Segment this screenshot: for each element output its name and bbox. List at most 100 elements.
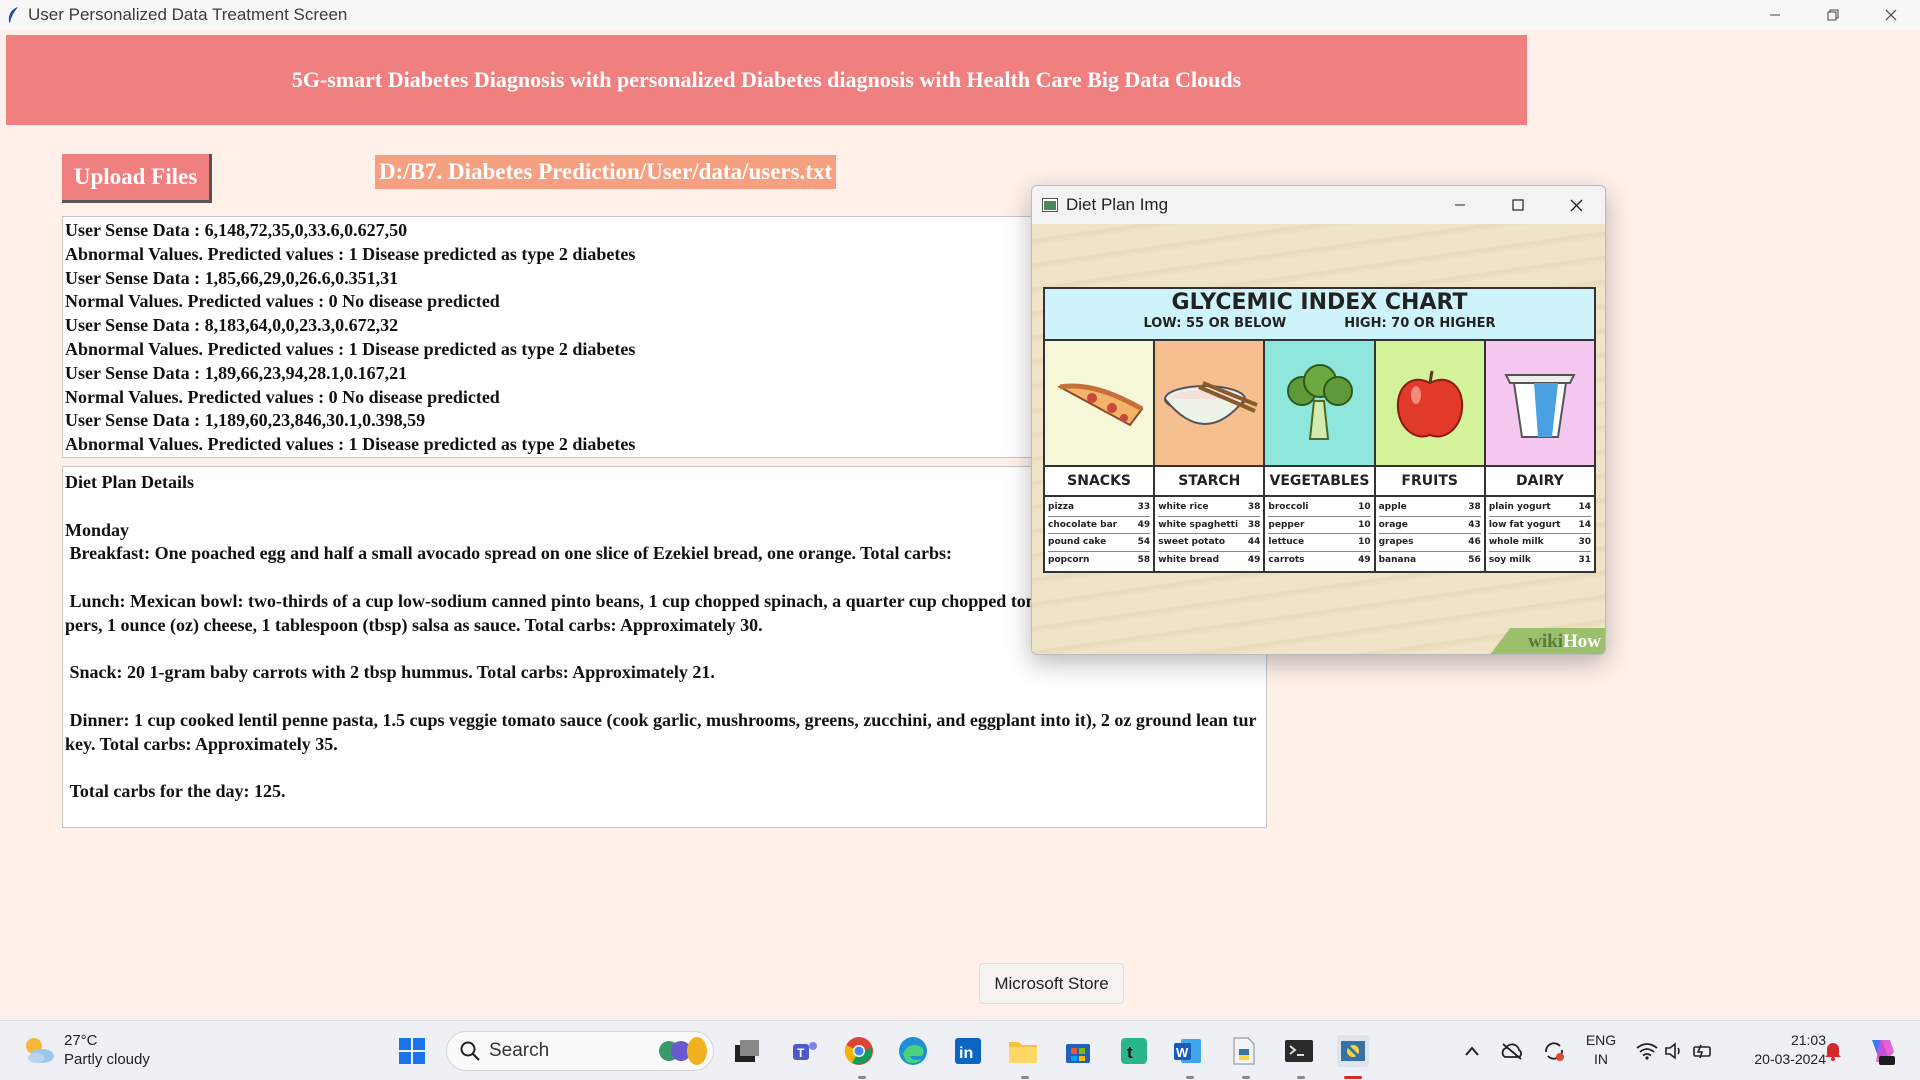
gi-value: 14 <box>1578 502 1592 512</box>
food-name: banana <box>1378 554 1417 565</box>
task-view-button[interactable] <box>731 1035 763 1067</box>
microsoft-store-app[interactable] <box>1062 1035 1094 1067</box>
teams-app[interactable]: T <box>789 1035 821 1067</box>
linkedin-icon: in <box>955 1038 981 1064</box>
gi-value: 14 <box>1578 519 1592 530</box>
minimize-icon <box>1770 14 1780 16</box>
file-explorer-app[interactable] <box>1007 1035 1039 1067</box>
svg-text:t: t <box>1127 1043 1133 1062</box>
food-name: pizza <box>1048 502 1075 512</box>
weather-widget[interactable]: 27°C Partly cloudy <box>22 1031 150 1069</box>
weather-condition: Partly cloudy <box>64 1051 150 1068</box>
chrome-app[interactable] <box>843 1035 875 1067</box>
food-name: popcorn <box>1048 554 1090 565</box>
copilot-button[interactable] <box>1864 1035 1898 1067</box>
search-label: Search <box>489 1040 550 1061</box>
terminal-app[interactable] <box>1283 1035 1315 1067</box>
yogurt-cup-icon <box>1485 341 1595 467</box>
t-app-icon: t <box>1121 1038 1147 1064</box>
teams-icon: T <box>793 1042 817 1060</box>
language-indicator[interactable]: ENG IN <box>1584 1031 1618 1069</box>
wifi-icon <box>1636 1043 1658 1060</box>
folder-icon <box>1009 1042 1037 1063</box>
teams-classic-app[interactable]: t <box>1118 1035 1150 1067</box>
gi-value: 49 <box>1137 519 1151 530</box>
chart-header: GLYCEMIC INDEX CHART LOW: 55 OR BELOW HI… <box>1045 289 1594 341</box>
edge-app[interactable] <box>897 1035 929 1067</box>
food-name: soy milk <box>1488 554 1531 565</box>
watermark-wiki: wiki <box>1528 631 1563 652</box>
food-name: white bread <box>1158 554 1220 565</box>
popup-minimize-button[interactable] <box>1431 186 1489 224</box>
apple-icon <box>1375 341 1484 467</box>
taskbar-search[interactable]: Search <box>446 1031 714 1071</box>
taskbar-tooltip: Microsoft Store <box>979 963 1124 1004</box>
clock[interactable]: 21:03 20-03-2024 <box>1736 1031 1826 1069</box>
column-snacks: SNACKS pizza 33 chocolate bar 49 pound cak… <box>1045 341 1156 571</box>
word-icon: W <box>1174 1039 1201 1063</box>
popup-close-button[interactable] <box>1547 186 1605 224</box>
taskbar: 27°C Partly cloudy Search T in t W ENG I… <box>0 1020 1920 1080</box>
minimize-button[interactable] <box>1746 0 1804 30</box>
diet-dinner: Dinner: 1 cup cooked lentil penne pasta,… <box>65 709 1257 754</box>
category-label: SNACKS <box>1045 467 1154 497</box>
food-name: lettuce <box>1268 537 1305 547</box>
clock-date: 20-03-2024 <box>1754 1051 1826 1067</box>
gi-value: 10 <box>1358 502 1371 512</box>
chrome-icon <box>844 1037 873 1065</box>
volume-tray[interactable] <box>1662 1035 1688 1067</box>
rice-bowl-icon <box>1155 341 1264 467</box>
watermark-how: How <box>1563 631 1601 652</box>
column-fruits: FRUITS apple 38 orage 43 grapes 46 banana 56 <box>1375 341 1486 571</box>
chart-title: GLYCEMIC INDEX CHART <box>1171 290 1468 315</box>
window-titlebar: User Personalized Data Treatment Screen <box>0 0 1920 30</box>
restore-button[interactable] <box>1804 0 1862 30</box>
start-button[interactable] <box>396 1035 428 1067</box>
terminal-icon <box>1285 1040 1313 1062</box>
svg-text:W: W <box>1176 1045 1189 1060</box>
food-name: broccoli <box>1268 502 1309 512</box>
partly-cloudy-icon <box>26 1038 54 1063</box>
notifications-button[interactable] <box>1820 1035 1846 1067</box>
gi-value: 49 <box>1247 554 1261 565</box>
battery-tray[interactable] <box>1690 1035 1716 1067</box>
language-code: ENG <box>1585 1032 1617 1048</box>
cloud-offline-icon <box>1501 1043 1522 1060</box>
close-icon <box>1570 199 1582 211</box>
weather-temperature: 27°C <box>64 1032 98 1049</box>
column-dairy: DAIRY plain yogurt 14 low fat yogurt 14 wh… <box>1485 341 1595 571</box>
gi-value: 31 <box>1578 554 1592 565</box>
file-path-label: D:/B7. Diabetes Prediction/User/data/use… <box>375 155 837 189</box>
gi-value: 56 <box>1468 554 1481 565</box>
sync-tray[interactable] <box>1540 1035 1568 1067</box>
gi-value: 10 <box>1358 537 1371 547</box>
upload-files-button[interactable]: Upload Files <box>62 154 212 203</box>
minimize-icon <box>1455 204 1465 206</box>
gi-value: 44 <box>1247 537 1261 547</box>
food-name: sweet potato <box>1158 537 1226 547</box>
python-app-active[interactable] <box>1337 1035 1369 1067</box>
gi-value: 10 <box>1358 519 1371 530</box>
popup-maximize-button[interactable] <box>1489 186 1547 224</box>
diet-snack: Snack: 20 1-gram baby carrots with 2 tbs… <box>65 662 715 683</box>
wifi-tray[interactable] <box>1634 1035 1660 1067</box>
copilot-icon <box>1872 1040 1895 1065</box>
glycemic-chart-image: GLYCEMIC INDEX CHART LOW: 55 OR BELOW HI… <box>1032 224 1605 654</box>
close-button[interactable] <box>1862 0 1920 30</box>
python-file-icon <box>1233 1037 1255 1065</box>
show-hidden-icons-button[interactable] <box>1458 1035 1486 1067</box>
gi-value: 46 <box>1468 537 1481 547</box>
onedrive-tray[interactable] <box>1498 1035 1526 1067</box>
speaker-icon <box>1665 1042 1680 1060</box>
clock-time: 21:03 <box>1790 1032 1826 1048</box>
linkedin-app[interactable]: in <box>952 1035 984 1067</box>
word-app[interactable]: W <box>1172 1035 1204 1067</box>
task-view-icon <box>735 1040 759 1062</box>
edge-icon <box>899 1037 927 1065</box>
python-file-app[interactable] <box>1228 1035 1260 1067</box>
image-window-icon <box>1042 198 1058 212</box>
search-icon <box>460 1041 480 1061</box>
python-tkinter-icon <box>1341 1041 1365 1061</box>
column-starch: STARCH white rice 38 white spaghetti 38 sw… <box>1155 341 1266 571</box>
restore-icon <box>1827 9 1839 21</box>
